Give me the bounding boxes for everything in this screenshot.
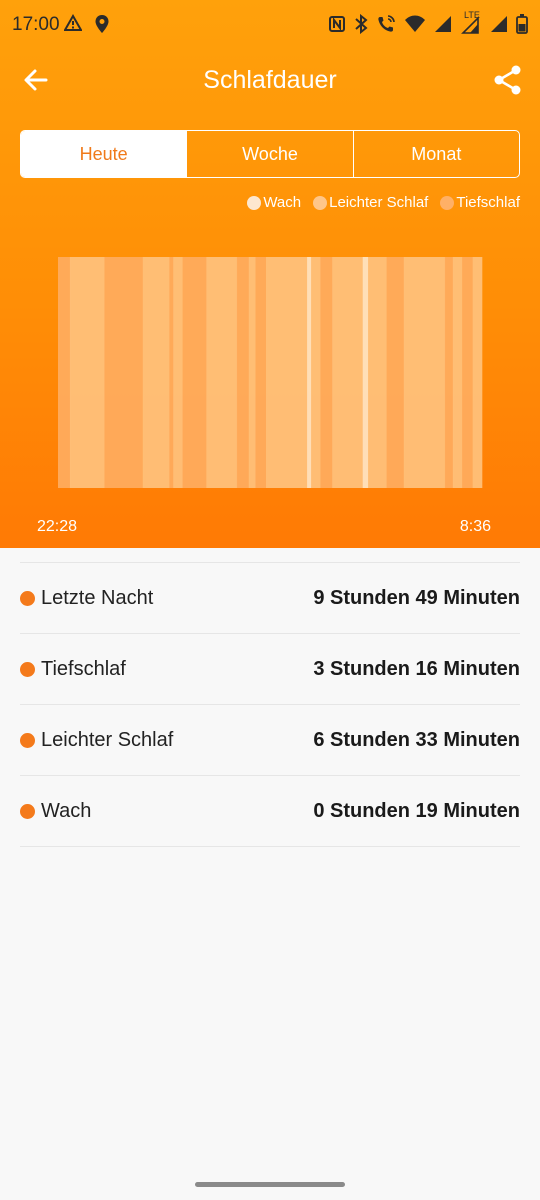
legend-dot-tiefschlaf	[440, 195, 455, 210]
summary-value: 6 Stunden 33 Minuten	[313, 728, 520, 751]
bullet-dot	[20, 661, 35, 677]
summary-value: 3 Stunden 16 Minuten	[313, 657, 520, 680]
sleep-segment-tiefschlaf	[58, 257, 71, 488]
summary-row-wach: Wach 0 Stunden 19 Minuten	[20, 776, 520, 847]
legend-dot-leichter-schlaf	[313, 195, 328, 210]
legend-label-leichter-schlaf: Leichter Schlaf	[329, 194, 429, 211]
battery-icon	[516, 14, 528, 39]
sleep-segment-tiefschlaf	[386, 257, 405, 488]
status-time: 17:00	[12, 14, 60, 35]
sleep-segment-wach	[307, 257, 312, 488]
signal-lte-icon: LTE	[460, 10, 482, 39]
signal-icon	[434, 15, 452, 38]
sleep-segment-leichter-schlaf	[452, 257, 463, 488]
summary-label: Wach	[41, 799, 92, 822]
tab-monat[interactable]: Monat	[352, 131, 519, 177]
legend-label-wach: Wach	[263, 194, 302, 211]
bullet-dot	[20, 732, 35, 748]
sleep-segment-leichter-schlaf	[173, 257, 183, 488]
sleep-segment-tiefschlaf	[104, 257, 144, 488]
period-tabs: Heute Woche Monat	[20, 130, 520, 178]
summary-list: Letzte Nacht 9 Stunden 49 Minuten Tiefsc…	[20, 562, 520, 847]
share-icon[interactable]	[492, 64, 524, 96]
legend-dot-wach	[247, 195, 262, 210]
sleep-segment-tiefschlaf	[444, 257, 454, 488]
legend-label-tiefschlaf: Tiefschlaf	[456, 194, 520, 211]
nfc-icon	[328, 15, 346, 38]
chart-start-time: 22:28	[37, 518, 78, 535]
summary-label: Tiefschlaf	[41, 657, 126, 680]
summary-label: Leichter Schlaf	[41, 728, 174, 751]
sleep-segment-leichter-schlaf	[311, 257, 321, 488]
sleep-segment-leichter-schlaf	[142, 257, 170, 488]
bullet-dot	[20, 803, 35, 819]
sleep-segment-leichter-schlaf	[368, 257, 387, 488]
warning-icon	[63, 13, 83, 39]
location-icon	[94, 14, 110, 39]
sleep-segment-leichter-schlaf	[472, 257, 483, 488]
sleep-segment-tiefschlaf	[169, 257, 174, 488]
wifi-icon	[404, 15, 426, 38]
bluetooth-icon	[354, 13, 368, 39]
legend-item-tiefschlaf: Tiefschlaf	[440, 194, 520, 211]
summary-label: Letzte Nacht	[41, 586, 154, 609]
wifi-calling-icon	[376, 14, 396, 39]
sleep-segment-tiefschlaf	[182, 257, 207, 488]
sleep-segment-tiefschlaf	[462, 257, 474, 488]
summary-value: 9 Stunden 49 Minuten	[313, 586, 520, 609]
sleep-segment-tiefschlaf	[255, 257, 267, 488]
sleep-segment-leichter-schlaf	[332, 257, 364, 488]
sleep-segment-leichter-schlaf	[403, 257, 446, 488]
summary-row-leichter-schlaf: Leichter Schlaf 6 Stunden 33 Minuten	[20, 705, 520, 776]
header-panel: 17:00 LTE Schlafdauer Heute Woche Monat …	[0, 0, 540, 548]
tab-heute[interactable]: Heute	[21, 131, 187, 177]
summary-row-letzte-nacht: Letzte Nacht 9 Stunden 49 Minuten	[20, 563, 520, 634]
sleep-segment-leichter-schlaf	[69, 257, 105, 488]
chart-end-time: 8:36	[459, 518, 491, 535]
page-title: Schlafdauer	[203, 66, 337, 94]
sleep-stage-chart	[58, 257, 483, 488]
chart-legend: Wach Leichter Schlaf Tiefschlaf	[247, 194, 520, 211]
sleep-segment-leichter-schlaf	[266, 257, 308, 488]
legend-item-wach: Wach	[247, 194, 301, 211]
sleep-segment-tiefschlaf	[320, 257, 333, 488]
sleep-segment-tiefschlaf	[236, 257, 250, 488]
app-bar: Schlafdauer	[0, 52, 540, 108]
legend-item-leichter-schlaf: Leichter Schlaf	[313, 194, 428, 211]
sleep-segment-wach	[362, 257, 369, 488]
home-indicator[interactable]	[195, 1182, 345, 1187]
bullet-dot	[20, 590, 35, 606]
status-bar: 17:00 LTE	[0, 0, 540, 50]
lte-label: LTE	[464, 10, 480, 20]
sleep-segment-leichter-schlaf	[248, 257, 256, 488]
signal-icon-2	[490, 15, 508, 38]
summary-row-tiefschlaf: Tiefschlaf 3 Stunden 16 Minuten	[20, 634, 520, 705]
summary-value: 0 Stunden 19 Minuten	[313, 799, 520, 822]
sleep-segment-leichter-schlaf	[206, 257, 238, 488]
tab-woche[interactable]: Woche	[186, 131, 352, 177]
